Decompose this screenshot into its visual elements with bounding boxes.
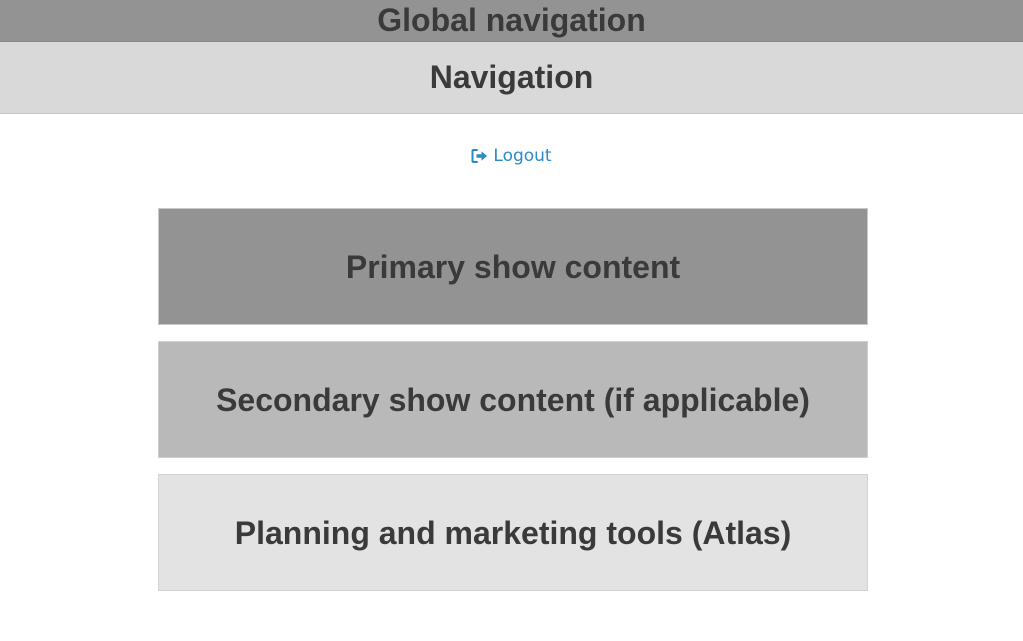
global-navigation-title: Global navigation bbox=[377, 1, 646, 38]
primary-show-content-panel: Primary show content bbox=[158, 208, 868, 325]
planning-marketing-tools-panel: Planning and marketing tools (Atlas) bbox=[158, 474, 868, 591]
planning-marketing-tools-label: Planning and marketing tools (Atlas) bbox=[234, 514, 792, 551]
navigation-title: Navigation bbox=[429, 58, 594, 95]
navigation-bar: Navigation bbox=[0, 42, 1023, 114]
global-navigation-bar: Global navigation bbox=[0, 0, 1023, 42]
logout-link[interactable]: Logout bbox=[0, 145, 1023, 167]
secondary-show-content-label: Secondary show content (if applicable) bbox=[216, 381, 810, 418]
secondary-show-content-panel: Secondary show content (if applicable) bbox=[158, 341, 868, 458]
primary-show-content-label: Primary show content bbox=[345, 248, 681, 285]
logout-label: Logout bbox=[493, 146, 552, 166]
sign-out-icon bbox=[471, 148, 489, 164]
